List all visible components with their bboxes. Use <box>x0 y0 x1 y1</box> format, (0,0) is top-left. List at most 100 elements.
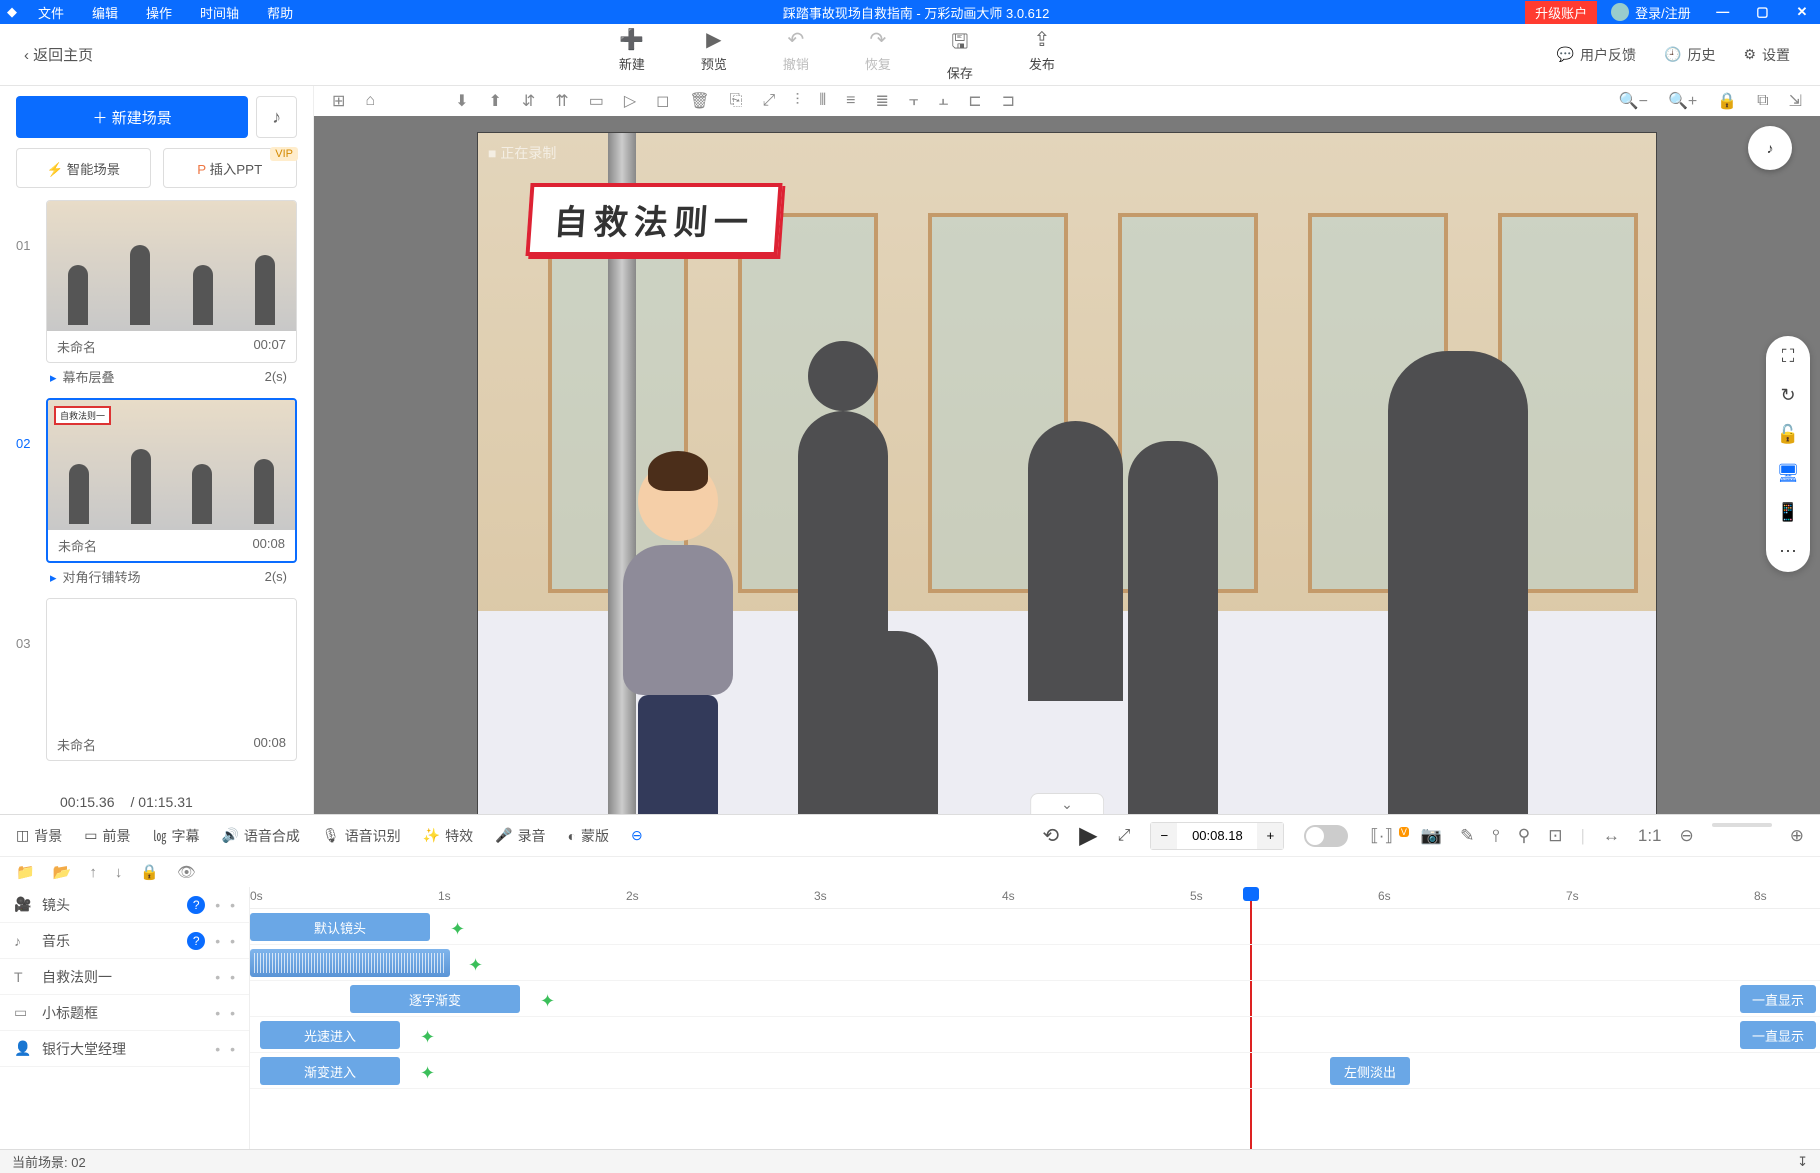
tab-rec[interactable]: 🎤 录音 <box>495 826 545 846</box>
track-area[interactable]: 0s1s2s3s4s5s6s7s8s 默认镜头✦✦逐字渐变✦一直显示光速进入✦一… <box>250 887 1820 1149</box>
login-button[interactable]: 登录/注册 <box>1597 3 1705 22</box>
track-label[interactable]: ▭小标题框•• <box>0 995 249 1031</box>
display-tag[interactable]: 一直显示 <box>1740 985 1816 1013</box>
tt-icon[interactable]: 👁 <box>177 863 196 881</box>
unlock-icon[interactable]: 🔓 <box>1777 424 1799 445</box>
menu-action[interactable]: 操作 <box>132 3 186 22</box>
timeline-clip[interactable]: 逐字渐变 <box>350 985 520 1013</box>
tt-icon[interactable]: ↓ <box>115 864 123 881</box>
tab-mask[interactable]: ◐ 蒙版 <box>568 826 609 846</box>
back-home-button[interactable]: ‹ 返回主页 <box>0 44 117 65</box>
tool-icon[interactable]: ⊐ <box>1002 91 1015 111</box>
menu-edit[interactable]: 编辑 <box>78 3 132 22</box>
timeline-collapse-handle[interactable]: ⌄ <box>1030 793 1104 814</box>
track-row[interactable]: 渐变进入✦左侧淡出 <box>250 1053 1820 1089</box>
display-tag[interactable]: 一直显示 <box>1740 1021 1816 1049</box>
time-inc[interactable]: + <box>1257 823 1283 849</box>
settings-button[interactable]: ⚙ 设置 <box>1743 45 1790 65</box>
scene-item-03[interactable]: 03 未命名00:08 <box>16 598 297 761</box>
maximize-button[interactable]: ▢ <box>1744 4 1780 20</box>
more-icon[interactable]: ⋯ <box>1779 541 1797 562</box>
track-label[interactable]: 🎥镜头?•• <box>0 887 249 923</box>
tt-icon[interactable]: 📂 <box>53 863 72 881</box>
track-row[interactable]: 默认镜头✦ <box>250 909 1820 945</box>
time-dec[interactable]: − <box>1151 823 1177 849</box>
tab-tts[interactable]: 🔊 语音合成 <box>221 826 299 846</box>
tool-icon[interactable]: ≣ <box>875 91 888 111</box>
scene-item-01[interactable]: 01 未命名00:07 ▸幕布层叠2(s) <box>16 200 297 390</box>
time-input[interactable]: − + <box>1150 822 1284 850</box>
time-ruler[interactable]: 0s1s2s3s4s5s6s7s8s <box>250 887 1820 909</box>
track-row[interactable]: 光速进入✦一直显示 <box>250 1017 1820 1053</box>
tool-icon[interactable]: ⬇ <box>455 91 468 111</box>
close-button[interactable]: ✕ <box>1784 4 1820 20</box>
home-icon[interactable]: ⌂ <box>365 92 375 110</box>
scene-music-button[interactable]: ♪ <box>256 96 297 138</box>
tab-fx[interactable]: ✨ 特效 <box>423 826 473 846</box>
tab-asr[interactable]: 🎙 语音识别 <box>322 826 401 846</box>
desktop-view-icon[interactable]: 🖥 <box>1777 463 1800 484</box>
copy-icon[interactable]: ⧉ <box>1757 92 1768 110</box>
insert-ppt-button[interactable]: P 插入PPTVIP <box>163 148 298 188</box>
zoom-slider[interactable] <box>1712 823 1772 827</box>
undo-button[interactable]: ↶撤销 <box>783 27 809 82</box>
rt-icon[interactable]: 1:1 <box>1638 826 1662 846</box>
tool-icon[interactable]: ⎘ <box>730 92 743 110</box>
tool-icon[interactable]: ⇵ <box>522 91 535 111</box>
rt-icon[interactable]: ⚲ <box>1518 826 1530 846</box>
redo-button[interactable]: ↷恢复 <box>865 27 891 82</box>
smart-scene-button[interactable]: ⚡ 智能场景 <box>16 148 151 188</box>
tool-icon[interactable]: ⬆ <box>488 91 501 111</box>
timeline-clip[interactable]: 渐变进入 <box>260 1057 400 1085</box>
lock-icon[interactable]: 🔒 <box>1717 91 1737 111</box>
add-keyframe[interactable]: ✦ <box>468 955 483 976</box>
status-icon[interactable]: ↧ <box>1797 1154 1808 1170</box>
history-button[interactable]: 🕘 历史 <box>1664 45 1715 65</box>
menu-help[interactable]: 帮助 <box>253 3 307 22</box>
tab-more[interactable]: ⊖ <box>631 826 643 846</box>
new-button[interactable]: ➕新建 <box>619 27 645 82</box>
tool-icon[interactable]: ▭ <box>589 91 604 111</box>
tool-icon[interactable]: ⇈ <box>555 91 568 111</box>
track-label[interactable]: ♪音乐?•• <box>0 923 249 959</box>
tool-icon[interactable]: ▷ <box>624 91 636 111</box>
track-row[interactable]: ✦ <box>250 945 1820 981</box>
expand-button[interactable]: ⤢ <box>1118 827 1131 845</box>
track-label[interactable]: 👤银行大堂经理•• <box>0 1031 249 1067</box>
tool-icon[interactable]: ⫴ <box>819 92 826 110</box>
tool-icon[interactable]: ⫠ <box>939 92 949 110</box>
mobile-view-icon[interactable]: 📱 <box>1777 502 1799 523</box>
tool-icon[interactable]: 🗑 <box>689 91 709 111</box>
track-label[interactable]: T自救法则一•• <box>0 959 249 995</box>
add-keyframe[interactable]: ✦ <box>420 1063 435 1084</box>
tt-icon[interactable]: 📁 <box>16 863 35 881</box>
loop-switch[interactable] <box>1304 825 1348 847</box>
timeline-clip[interactable] <box>250 949 450 977</box>
music-fab-button[interactable]: ♪ <box>1748 126 1792 170</box>
align-tool-icon[interactable]: ⊞ <box>332 91 345 111</box>
tool-icon[interactable]: ◻ <box>656 91 669 111</box>
menu-file[interactable]: 文件 <box>24 3 78 22</box>
tool-icon[interactable]: ≡ <box>846 92 855 110</box>
tool-icon[interactable]: ⊏ <box>968 91 981 111</box>
rt-icon[interactable]: 📷 <box>1421 826 1442 846</box>
publish-button[interactable]: ⇪发布 <box>1029 27 1055 82</box>
minimize-button[interactable]: — <box>1705 4 1741 19</box>
timeline-clip[interactable]: 默认镜头 <box>250 913 430 941</box>
zoom-in-tl[interactable]: ⊕ <box>1790 826 1804 846</box>
rt-icon[interactable]: ⊡ <box>1548 826 1562 846</box>
rotate-icon[interactable]: ↻ <box>1780 385 1795 406</box>
track-row[interactable]: 逐字渐变✦一直显示 <box>250 981 1820 1017</box>
zoom-in-icon[interactable]: 🔍+ <box>1668 91 1697 111</box>
tt-icon[interactable]: ↑ <box>89 864 97 881</box>
new-scene-button[interactable]: ＋ 新建场景 <box>16 96 248 138</box>
menu-timeline[interactable]: 时间轴 <box>186 3 253 22</box>
rewind-button[interactable]: ⟲ <box>1042 823 1059 848</box>
play-button[interactable]: ▶ <box>1079 821 1097 850</box>
preview-button[interactable]: ▶预览 <box>701 27 727 82</box>
rt-icon[interactable]: ⫯ <box>1492 826 1499 846</box>
zoom-out-tl[interactable]: ⊖ <box>1680 826 1694 846</box>
rt-icon[interactable]: ✎ <box>1460 826 1474 846</box>
upgrade-button[interactable]: 升级账户 <box>1525 1 1597 24</box>
feedback-button[interactable]: 💬 用户反馈 <box>1557 45 1636 65</box>
